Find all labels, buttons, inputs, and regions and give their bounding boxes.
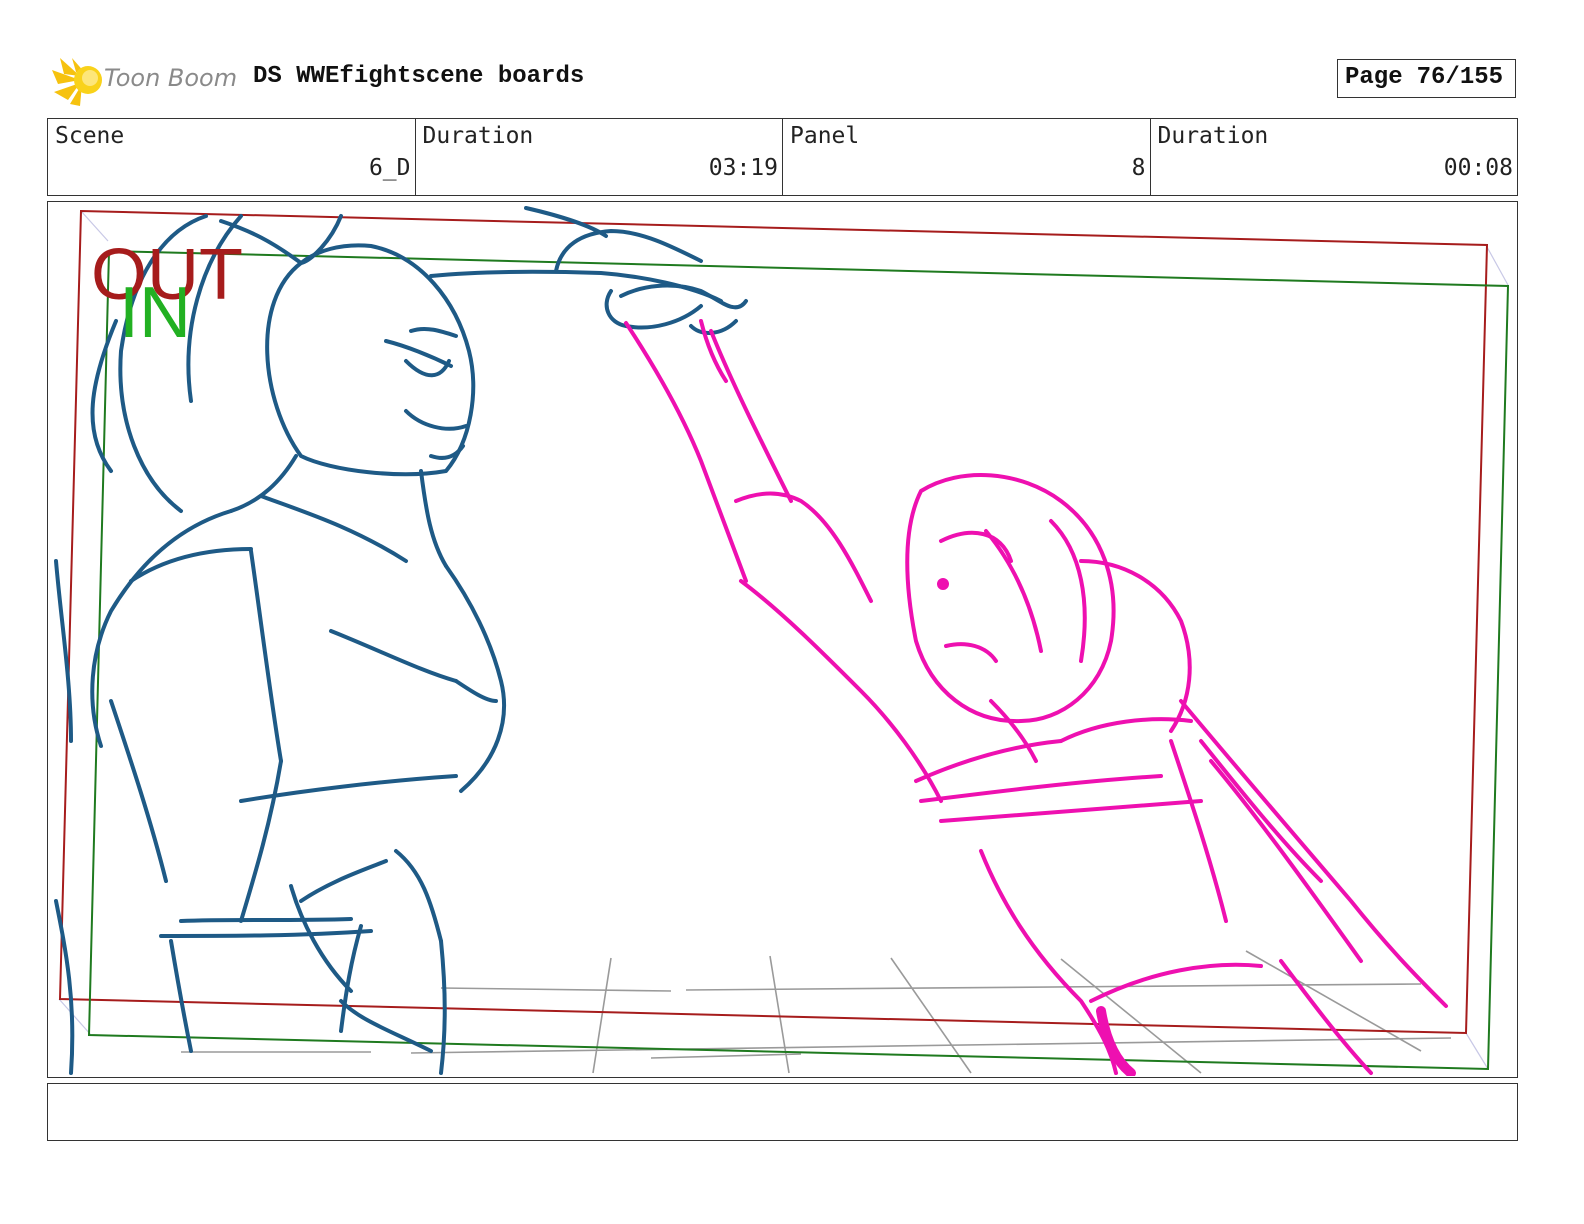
panel-duration-label: Duration xyxy=(1157,123,1269,149)
in-label: IN xyxy=(119,273,191,353)
scene-value: 6_D xyxy=(368,155,411,181)
scene-duration-value: 03:19 xyxy=(708,155,778,181)
page-header: Toon Boom DS WWEfightscene boards Page 76… xyxy=(0,0,1584,116)
scene-cell: Scene 6_D xyxy=(48,119,416,195)
page-label: Page xyxy=(1345,64,1403,91)
scene-label: Scene xyxy=(55,123,125,149)
floor-grid xyxy=(181,950,1452,1074)
scene-duration-cell: Duration 03:19 xyxy=(416,119,783,195)
out-camera-frame xyxy=(58,209,1489,1035)
panel-label: Panel xyxy=(790,123,860,149)
toon-boom-logo: Toon Boom xyxy=(50,56,240,106)
panel-value: 8 xyxy=(1131,155,1146,181)
panel-notes-box[interactable] xyxy=(47,1083,1518,1141)
storyboard-panel: OUT IN xyxy=(47,201,1518,1078)
right-character-sketch xyxy=(624,319,1448,1076)
project-title: DS WWEfightscene boards xyxy=(253,63,585,90)
panel-duration-value: 00:08 xyxy=(1443,155,1513,181)
logo-text: Toon Boom xyxy=(104,64,238,92)
starburst-logo-icon xyxy=(52,58,102,106)
page-number: 76/155 xyxy=(1416,64,1504,91)
panel-info-table: Scene 6_D Duration 03:19 Panel 8 Duratio… xyxy=(47,118,1518,196)
in-camera-frame xyxy=(87,249,1510,1071)
panel-cell: Panel 8 xyxy=(783,119,1151,195)
camera-guides xyxy=(58,210,1509,1070)
page-indicator: Page 76/155 xyxy=(1337,59,1516,98)
panel-drawing: OUT IN xyxy=(54,206,1510,1076)
panel-duration-cell: Duration 00:08 xyxy=(1151,119,1518,195)
scene-duration-label: Duration xyxy=(422,123,534,149)
